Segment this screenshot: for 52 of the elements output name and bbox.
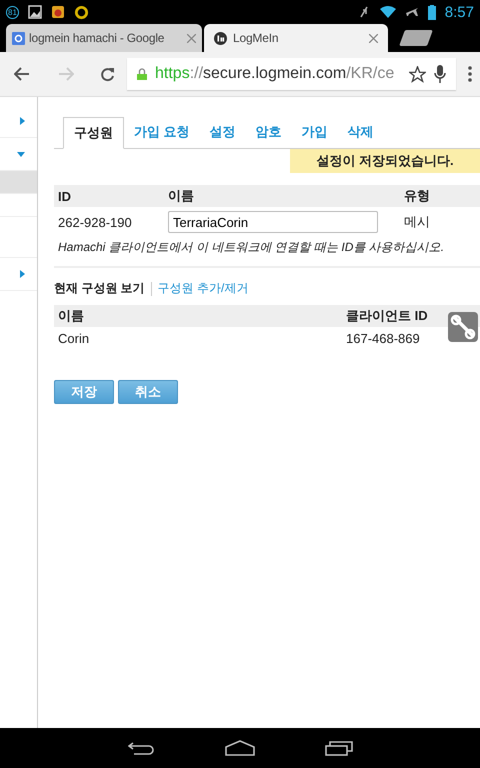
menu-icon[interactable] bbox=[468, 66, 472, 82]
form-button[interactable]: 취소 bbox=[118, 380, 178, 404]
g-logo-icon bbox=[12, 32, 25, 44]
tab[interactable]: 설정 bbox=[200, 117, 246, 149]
collapsed-arrow-icon bbox=[20, 117, 25, 125]
form-button[interactable]: 저장 bbox=[54, 380, 114, 404]
column-header: 이름 bbox=[168, 187, 195, 205]
tab-title: logmein hamachi - Google bbox=[29, 31, 166, 45]
new-tab-button[interactable] bbox=[399, 30, 433, 46]
browser-tab[interactable]: logmein hamachi - Google bbox=[6, 24, 202, 52]
back-icon[interactable] bbox=[128, 741, 154, 755]
view-label: 현재 구성원 보기 bbox=[54, 280, 145, 297]
hint-text: Hamachi 클라이언트에서 이 네트워크에 연결할 때는 ID를 사용하십시오. bbox=[54, 237, 480, 268]
table-cell-text: 262-928-190 bbox=[58, 214, 133, 230]
url-text: https://secure.logmein.com/KR/ce bbox=[155, 65, 396, 83]
ring-icon bbox=[74, 4, 89, 20]
reload-icon[interactable] bbox=[100, 66, 115, 82]
column-header: 이름 bbox=[58, 307, 85, 325]
battery-icon bbox=[428, 4, 436, 20]
lock-icon bbox=[137, 68, 147, 80]
column-header: 클라이언트 ID bbox=[346, 307, 429, 325]
wifi-icon bbox=[380, 6, 396, 18]
tab[interactable]: 암호 bbox=[246, 117, 292, 149]
tab[interactable]: 구성원 bbox=[63, 117, 124, 149]
success-message: 설정이 저장되었습니다. bbox=[290, 149, 480, 173]
tab[interactable]: 가입 요청 bbox=[124, 117, 200, 149]
view-link[interactable]: 구성원 추가/제거 bbox=[158, 280, 248, 297]
microphone-icon[interactable] bbox=[434, 65, 446, 83]
collapsed-arrow-icon bbox=[20, 270, 25, 278]
table-cell-text: 167-468-869 bbox=[346, 330, 421, 346]
close-icon[interactable] bbox=[369, 34, 378, 42]
recents-icon[interactable] bbox=[324, 740, 352, 756]
table-cell-text: 메시 bbox=[404, 213, 431, 231]
clock: 8:57 bbox=[444, 4, 474, 20]
image-icon bbox=[28, 5, 42, 19]
address-bar[interactable]: https://secure.logmein.com/KR/ce bbox=[127, 58, 456, 90]
star-icon[interactable] bbox=[409, 66, 426, 82]
home-icon[interactable] bbox=[224, 740, 254, 756]
back-icon[interactable] bbox=[14, 67, 30, 81]
tab[interactable]: 삭제 bbox=[338, 117, 384, 149]
notification-count: 81 bbox=[6, 6, 19, 18]
logo-icon bbox=[214, 32, 227, 44]
browser-tab[interactable]: LogMeIn bbox=[204, 24, 388, 52]
app-icon bbox=[51, 5, 65, 19]
tab-title: LogMeIn bbox=[233, 31, 280, 45]
table-cell-text: Corin bbox=[58, 330, 90, 346]
name-field[interactable]: TerrariaCorin bbox=[168, 211, 378, 233]
tab[interactable]: 가입 bbox=[292, 117, 338, 149]
column-header: ID bbox=[58, 188, 72, 204]
column-header: 유형 bbox=[404, 187, 431, 205]
airplane-icon bbox=[404, 5, 419, 19]
expanded-arrow-icon bbox=[17, 152, 25, 156]
